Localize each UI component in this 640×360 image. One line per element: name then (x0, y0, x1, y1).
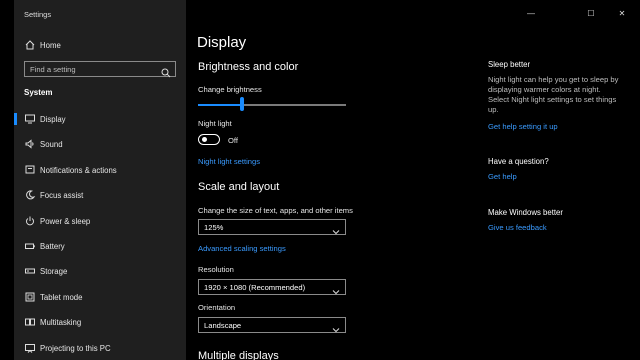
storage-icon (24, 265, 36, 277)
brightness-slider-fill (198, 104, 242, 106)
get-help-link[interactable]: Get help (488, 172, 517, 181)
sound-icon (24, 138, 36, 150)
sidebar-item-label: Focus assist (40, 190, 84, 200)
sidebar-home[interactable]: Home (14, 34, 186, 56)
active-indicator (14, 113, 17, 125)
search-input[interactable]: Find a setting (24, 61, 176, 78)
sleep-better-text: Night light can help you get to sleep by… (488, 75, 619, 114)
sidebar: Settings Home Find a setting System Disp… (14, 0, 186, 360)
minimize-button[interactable]: — (525, 9, 537, 18)
sidebar-home-label: Home (40, 40, 61, 50)
search-icon (161, 65, 171, 78)
app-title: Settings (24, 10, 52, 19)
chevron-down-icon (332, 321, 340, 333)
sidebar-item-label: Tablet mode (40, 292, 83, 302)
night-light-label: Night light (198, 119, 232, 128)
sidebar-item-label: Sound (40, 139, 63, 149)
get-help-setup-link[interactable]: Get help setting it up (488, 122, 558, 131)
display-icon (24, 113, 36, 125)
sidebar-item-label: Multitasking (40, 317, 82, 327)
sidebar-item-sound[interactable]: Sound (14, 133, 186, 155)
make-windows-better-title: Make Windows better (488, 208, 563, 217)
sidebar-item-multitasking[interactable]: Multitasking (14, 311, 186, 333)
sidebar-item-label: Battery (40, 241, 65, 251)
night-light-toggle[interactable] (198, 134, 220, 145)
sidebar-item-notifications[interactable]: Notifications & actions (14, 159, 186, 181)
power-icon (24, 215, 36, 227)
sidebar-item-label: Projecting to this PC (40, 343, 111, 353)
multitasking-icon (24, 316, 36, 328)
resolution-label: Resolution (198, 265, 234, 274)
orientation-label: Orientation (198, 303, 236, 312)
home-icon (24, 39, 36, 51)
resolution-dropdown[interactable]: 1920 × 1080 (Recommended) (198, 279, 346, 295)
tablet-icon (24, 291, 36, 303)
scale-dropdown[interactable]: 125% (198, 219, 346, 235)
focus-assist-icon (24, 189, 36, 201)
scale-dropdown-value: 125% (204, 223, 224, 232)
resolution-dropdown-value: 1920 × 1080 (Recommended) (204, 283, 306, 292)
sidebar-item-tablet-mode[interactable]: Tablet mode (14, 286, 186, 308)
advanced-scaling-link[interactable]: Advanced scaling settings (198, 244, 286, 253)
scale-heading: Scale and layout (198, 181, 280, 193)
battery-icon (24, 240, 36, 252)
question-title: Have a question? (488, 157, 549, 166)
search-placeholder: Find a setting (30, 65, 76, 74)
sidebar-item-label: Power & sleep (40, 216, 91, 226)
orientation-dropdown[interactable]: Landscape (198, 317, 346, 333)
brightness-label: Change brightness (198, 85, 262, 94)
brightness-heading: Brightness and color (198, 61, 299, 73)
sleep-better-title: Sleep better (488, 60, 531, 69)
close-button[interactable]: ✕ (616, 9, 628, 18)
notifications-icon (24, 164, 36, 176)
projecting-icon (24, 342, 36, 354)
sidebar-item-focus-assist[interactable]: Focus assist (14, 184, 186, 206)
sidebar-item-battery[interactable]: Battery (14, 235, 186, 257)
sidebar-item-display[interactable]: Display (14, 108, 186, 130)
sidebar-item-label: Display (40, 114, 66, 124)
page-title: Display (197, 34, 247, 51)
sidebar-item-label: Notifications & actions (40, 165, 117, 175)
section-label-system: System (24, 88, 53, 97)
sidebar-item-label: Storage (40, 266, 68, 276)
main-pane: — ☐ ✕ Display Brightness and color Chang… (186, 0, 640, 360)
give-feedback-link[interactable]: Give us feedback (488, 223, 547, 232)
chevron-down-icon (332, 283, 340, 295)
scale-size-label: Change the size of text, apps, and other… (198, 206, 353, 215)
night-light-settings-link[interactable]: Night light settings (198, 157, 260, 166)
chevron-down-icon (332, 223, 340, 235)
maximize-button[interactable]: ☐ (585, 9, 597, 18)
orientation-dropdown-value: Landscape (204, 321, 242, 330)
toggle-knob (202, 137, 207, 142)
multiple-displays-heading: Multiple displays (198, 350, 279, 360)
brightness-slider-thumb[interactable] (240, 97, 244, 111)
sidebar-item-projecting[interactable]: Projecting to this PC (14, 337, 186, 359)
sidebar-item-power[interactable]: Power & sleep (14, 210, 186, 232)
sidebar-item-storage[interactable]: Storage (14, 260, 186, 282)
night-light-state: Off (228, 136, 238, 145)
